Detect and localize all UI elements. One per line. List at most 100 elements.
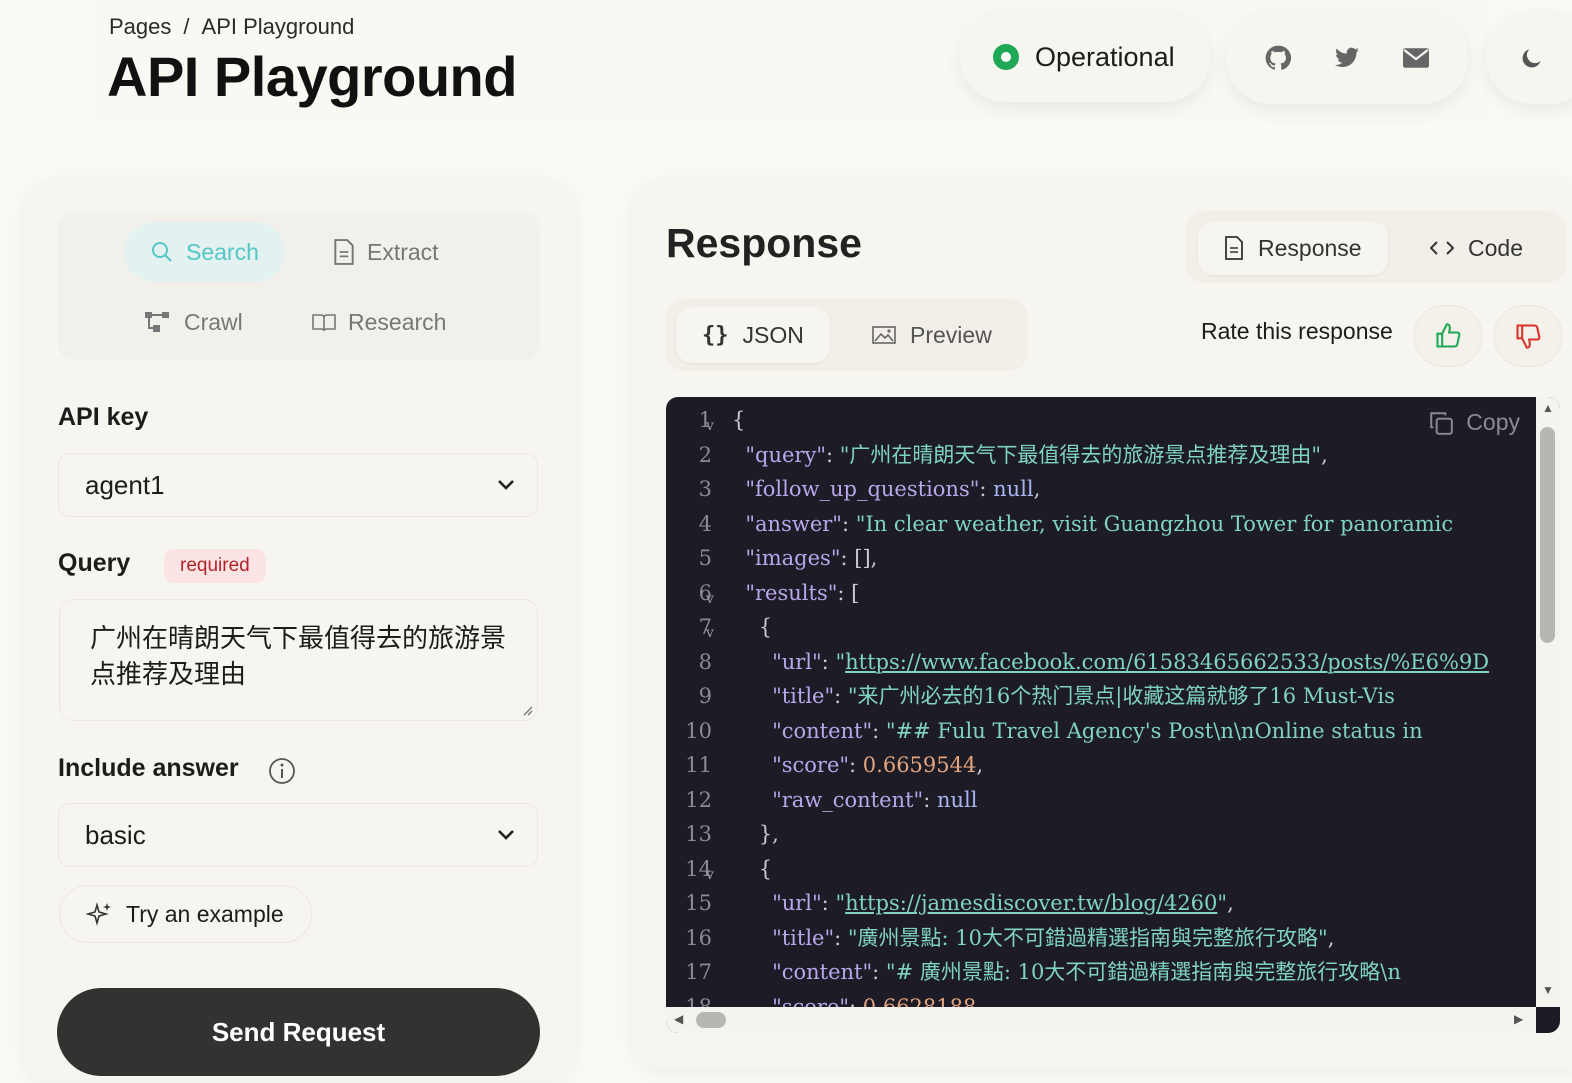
api-key-value: agent1 xyxy=(85,469,165,500)
json-viewer[interactable]: 1 v{2 "query": "广州在晴朗天气下最值得去的旅游景点推荐及理由", 3… xyxy=(666,397,1560,1033)
search-icon xyxy=(152,242,172,262)
image-icon xyxy=(872,326,896,344)
page-title: API Playground xyxy=(107,45,517,108)
query-label: Query xyxy=(58,549,131,577)
include-answer-select[interactable]: basic xyxy=(58,803,538,867)
github-icon[interactable] xyxy=(1258,38,1298,78)
braces-icon: {} xyxy=(702,322,729,348)
thumbs-down-icon xyxy=(1516,324,1541,349)
breadcrumb-pages[interactable]: Pages xyxy=(109,14,171,40)
tab-research-label: Research xyxy=(348,308,447,335)
code-line: 13 }, xyxy=(666,817,1536,851)
status-text: Operational xyxy=(1035,41,1175,72)
code-line: 9 "title": "来广州必去的16个热门景点|收藏这篇就够了16 Must… xyxy=(666,679,1536,713)
code-line: 14 v { xyxy=(666,852,1536,886)
view-toggle: Response Code xyxy=(1186,211,1566,283)
info-icon[interactable] xyxy=(268,757,296,785)
code-line: 1 v{ xyxy=(666,403,1536,437)
try-example-button[interactable]: Try an example xyxy=(59,885,312,943)
code-line: 8 "url": "https://www.facebook.com/61583… xyxy=(666,645,1536,679)
code-text: "images": [], xyxy=(745,546,878,570)
vertical-scroll-thumb[interactable] xyxy=(1540,427,1555,643)
resize-grip-icon[interactable] xyxy=(521,704,533,716)
vertical-scrollbar[interactable]: ▲ ▼ xyxy=(1536,397,1560,1007)
status-pill[interactable]: Operational xyxy=(960,12,1210,102)
code-line: 7v { xyxy=(666,610,1536,644)
moon-icon[interactable] xyxy=(1512,38,1552,78)
code-line: 15 "url": "https://jamesdiscover.tw/blog… xyxy=(666,886,1536,920)
code-line: 16 "title": "廣州景點: 10大不可錯過精選指南與完整旅行攻略", xyxy=(666,921,1536,955)
code-line: 5 "images": [], xyxy=(666,541,1536,575)
breadcrumb: Pages / API Playground xyxy=(109,14,354,40)
query-textarea[interactable]: 广州在晴朗天气下最值得去的旅游景点推荐及理由 xyxy=(59,599,538,721)
tab-search[interactable]: Search xyxy=(124,222,285,282)
code-text: "content": "# 廣州景點: 10大不可錯過精選指南與完整旅行攻略\n xyxy=(772,960,1401,984)
include-answer-label: Include answer xyxy=(58,754,239,782)
api-key-select[interactable]: agent1 xyxy=(58,453,538,517)
copy-label: Copy xyxy=(1466,409,1520,435)
line-number: 3 xyxy=(698,477,712,501)
api-key-label: API key xyxy=(58,403,149,431)
tab-response[interactable]: Response xyxy=(1198,221,1388,275)
scroll-left-icon[interactable]: ◀ xyxy=(674,1012,683,1026)
status-dot-icon xyxy=(993,44,1019,70)
theme-toggle-pill xyxy=(1486,12,1572,104)
horizontal-scroll-thumb[interactable] xyxy=(696,1012,726,1028)
tab-json-label: JSON xyxy=(742,321,804,348)
code-line: 6v "results": [ xyxy=(666,576,1536,610)
include-answer-value: basic xyxy=(85,819,146,850)
code-line: 12 "raw_content": null xyxy=(666,783,1536,817)
line-number: 15 xyxy=(685,891,712,915)
scroll-right-icon[interactable]: ▶ xyxy=(1514,1012,1523,1026)
tab-extract[interactable]: Extract xyxy=(333,234,439,270)
tab-code[interactable]: Code xyxy=(1430,230,1523,266)
copy-button[interactable]: Copy xyxy=(1428,409,1520,436)
tab-crawl[interactable]: Crawl xyxy=(144,304,243,340)
send-request-button[interactable]: Send Request xyxy=(57,988,540,1076)
horizontal-scrollbar[interactable]: ◀ ▶ xyxy=(666,1007,1536,1033)
line-number: 2 xyxy=(698,442,712,467)
code-text: "content": "## Fulu Travel Agency's Post… xyxy=(772,718,1423,743)
format-toggle: {} JSON Preview xyxy=(666,299,1028,371)
code-text: "follow_up_questions": null, xyxy=(745,477,1041,501)
tab-json[interactable]: {} JSON xyxy=(676,307,830,363)
twitter-icon[interactable] xyxy=(1327,38,1367,78)
scroll-down-icon[interactable]: ▼ xyxy=(1542,983,1554,997)
code-line: 18 "score": 0.6628188, xyxy=(666,990,1536,1008)
line-number: 17 xyxy=(685,960,712,984)
thumbs-up-button[interactable] xyxy=(1414,305,1482,367)
breadcrumb-separator: / xyxy=(183,14,190,39)
line-number: 18 xyxy=(685,994,712,1008)
breadcrumb-current: API Playground xyxy=(201,14,355,39)
line-number: 9 xyxy=(698,684,712,708)
line-number: 16 xyxy=(685,925,712,950)
code-line: 10 "content": "## Fulu Travel Agency's P… xyxy=(666,714,1536,748)
copy-icon xyxy=(1430,411,1454,435)
code-text: "url": "https://jamesdiscover.tw/blog/42… xyxy=(772,891,1234,915)
code-lines: 1 v{2 "query": "广州在晴朗天气下最值得去的旅游景点推荐及理由", 3… xyxy=(666,397,1536,1007)
document-icon xyxy=(1225,236,1243,260)
code-text: "raw_content": null xyxy=(772,787,978,812)
social-links xyxy=(1226,12,1468,104)
line-number: 5 xyxy=(698,546,712,570)
code-text: "title": "廣州景點: 10大不可錯過精選指南與完整旅行攻略", xyxy=(772,925,1335,950)
response-title: Response xyxy=(666,220,862,266)
book-icon xyxy=(312,314,336,332)
code-text: "title": "来广州必去的16个热门景点|收藏这篇就够了16 Must-V… xyxy=(772,684,1395,708)
tab-preview[interactable]: Preview xyxy=(872,317,992,353)
rate-label: Rate this response xyxy=(1201,318,1393,344)
mail-icon[interactable] xyxy=(1396,38,1436,78)
tab-research[interactable]: Research xyxy=(312,304,446,340)
code-line: 4 "answer": "In clear weather, visit Gua… xyxy=(666,507,1536,541)
thumbs-down-button[interactable] xyxy=(1494,305,1562,367)
sparkle-icon xyxy=(86,902,111,926)
line-number: 13 xyxy=(685,822,712,846)
document-icon xyxy=(334,239,354,265)
code-text: "score": 0.6659544, xyxy=(772,753,984,777)
endpoint-tabs: Search Extract Crawl Research xyxy=(58,212,540,360)
scroll-up-icon[interactable]: ▲ xyxy=(1542,401,1554,415)
code-text: "answer": "In clear weather, visit Guang… xyxy=(745,511,1454,536)
line-number: 4 xyxy=(698,511,712,536)
code-text: { xyxy=(758,615,773,639)
tab-preview-label: Preview xyxy=(910,321,992,348)
